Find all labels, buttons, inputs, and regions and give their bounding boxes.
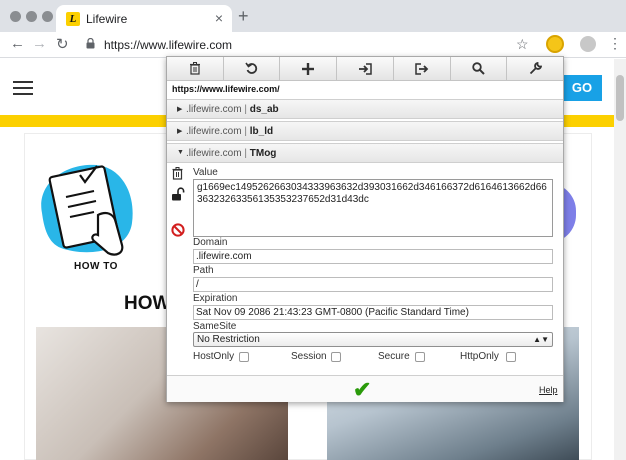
undo-icon <box>245 62 258 74</box>
cookie-editor-popup: https://www.lifewire.com/ ▶ .lifewire.co… <box>166 56 564 402</box>
expiration-label: Expiration <box>193 293 238 304</box>
how-to-illustration <box>41 164 133 256</box>
browser-menu-icon[interactable]: ⋮ <box>608 35 622 52</box>
browser-titlebar: L Lifewire × + <box>0 0 626 32</box>
tab-title: Lifewire <box>86 12 128 26</box>
samesite-label: SameSite <box>193 321 237 332</box>
forward-button[interactable]: → <box>32 35 47 52</box>
back-button[interactable]: ← <box>10 35 25 52</box>
hostonly-label: HostOnly <box>193 351 235 362</box>
tab-close-icon[interactable]: × <box>215 10 223 26</box>
browser-toolbar: ← → ↻ https://www.lifewire.com ☆ ⋮ <box>0 32 626 58</box>
cookie-row-tmog[interactable]: ▼ .lifewire.com | TMog <box>167 143 563 163</box>
lifewire-logo-icon: L <box>66 12 80 26</box>
cookie-name: ds_ab <box>249 104 279 115</box>
maximize-window-button[interactable] <box>42 11 53 22</box>
cookie-separator: | <box>244 126 247 137</box>
unlock-icon[interactable] <box>171 187 185 201</box>
value-label: Value <box>193 167 218 178</box>
hamburger-menu-icon[interactable] <box>13 81 33 95</box>
expand-triangle-icon: ▶ <box>177 128 183 135</box>
delete-cookie-icon[interactable] <box>171 167 184 180</box>
add-cookie-button[interactable] <box>280 57 338 80</box>
cookie-extension-icon[interactable] <box>546 35 564 53</box>
expiration-field[interactable]: Sat Nov 09 2086 21:43:23 GMT-0800 (Pacif… <box>193 305 553 320</box>
export-icon <box>414 62 429 75</box>
current-page-url: https://www.lifewire.com/ <box>172 84 280 94</box>
select-arrows-icon: ▲▼ <box>533 335 549 344</box>
cookie-separator: | <box>244 148 247 159</box>
secure-label: Secure <box>378 351 410 362</box>
domain-label: Domain <box>193 237 228 248</box>
profile-avatar[interactable] <box>580 36 596 52</box>
go-button[interactable]: GO <box>562 75 602 101</box>
scrollbar-thumb[interactable] <box>616 75 624 121</box>
expand-triangle-icon: ▶ <box>177 106 183 113</box>
bookmark-star-icon[interactable]: ☆ <box>516 36 529 53</box>
trash-icon <box>189 62 200 75</box>
lock-icon <box>86 38 95 49</box>
popup-toolbar <box>167 57 563 81</box>
secure-checkbox[interactable] <box>415 352 425 362</box>
path-field[interactable]: / <box>193 277 553 292</box>
export-button[interactable] <box>394 57 451 80</box>
import-button[interactable] <box>337 57 394 80</box>
reload-button[interactable]: ↻ <box>56 35 69 53</box>
popup-footer: ✔ Help <box>167 375 563 402</box>
cookie-separator: | <box>244 104 247 115</box>
help-link[interactable]: Help <box>539 385 558 395</box>
how-to-heading: HOW <box>124 293 171 314</box>
delete-all-button[interactable] <box>167 57 224 80</box>
session-checkbox[interactable] <box>331 352 341 362</box>
collapse-triangle-icon: ▼ <box>177 149 184 156</box>
session-label: Session <box>291 351 327 362</box>
add-icon <box>302 62 315 75</box>
import-icon <box>359 62 372 75</box>
address-bar[interactable]: https://www.lifewire.com ☆ <box>78 34 540 56</box>
domain-field[interactable]: .lifewire.com <box>193 249 553 264</box>
search-button[interactable] <box>451 57 508 80</box>
options-button[interactable] <box>507 57 563 80</box>
cookie-domain: .lifewire.com <box>186 148 242 159</box>
httponly-label: HttpOnly <box>460 351 499 362</box>
cookie-domain: .lifewire.com <box>186 104 242 115</box>
close-window-button[interactable] <box>10 11 21 22</box>
cookie-name: lb_ld <box>249 126 274 137</box>
wrench-icon <box>529 62 542 75</box>
hostonly-checkbox[interactable] <box>239 352 249 362</box>
save-checkmark-icon[interactable]: ✔ <box>353 377 371 403</box>
path-label: Path <box>193 265 214 276</box>
samesite-select[interactable]: No Restriction ▲▼ <box>193 332 553 347</box>
cookie-row-ds-ab[interactable]: ▶ .lifewire.com | ds_ab <box>167 99 563 119</box>
browser-tab[interactable]: L Lifewire × <box>56 5 232 32</box>
block-cookie-icon[interactable] <box>171 223 185 237</box>
cookie-name: TMog <box>249 148 277 159</box>
search-icon <box>472 62 485 75</box>
samesite-selected-value: No Restriction <box>197 334 260 345</box>
new-tab-button[interactable]: + <box>238 6 249 27</box>
cookie-domain: .lifewire.com <box>186 126 242 137</box>
reset-button[interactable] <box>224 57 281 80</box>
url-text: https://www.lifewire.com <box>104 38 233 52</box>
httponly-checkbox[interactable] <box>506 352 516 362</box>
minimize-window-button[interactable] <box>26 11 37 22</box>
value-textarea[interactable]: g1669ec1495262663034333963632d393031662d… <box>193 179 553 237</box>
cookie-row-lb-ld[interactable]: ▶ .lifewire.com | lb_ld <box>167 121 563 141</box>
how-to-label[interactable]: HOW TO <box>74 261 118 272</box>
